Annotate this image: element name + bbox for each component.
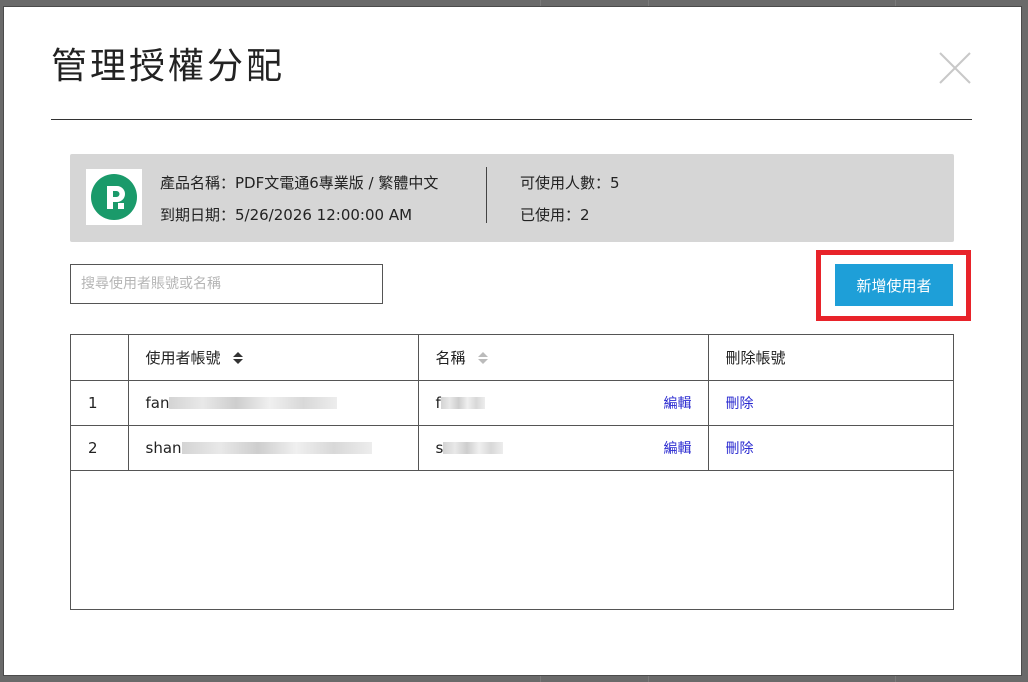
redacted-text xyxy=(169,397,338,409)
delete-cell: 刪除 xyxy=(707,424,954,471)
row-index: 2 xyxy=(71,424,129,471)
delete-header: 刪除帳號 xyxy=(707,335,954,381)
dialog-header: 管理授權分配 xyxy=(51,7,972,120)
sort-icon[interactable] xyxy=(233,352,244,365)
product-logo xyxy=(86,169,142,225)
add-user-button[interactable]: 新增使用者 xyxy=(835,264,953,306)
redacted-text xyxy=(440,397,485,409)
delete-cell: 刪除 xyxy=(707,379,954,426)
edit-link[interactable]: 編輯 xyxy=(664,393,692,413)
product-name: 產品名稱：PDF文電通6專業版 / 繁體中文 xyxy=(160,174,439,192)
delete-link[interactable]: 刪除 xyxy=(726,441,754,457)
name-cell: s 編輯 xyxy=(417,424,709,471)
users-table: 使用者帳號 名稱 刪除帳號 1 fan f 編輯 刪除 2 shan s 編輯 … xyxy=(70,334,954,610)
redacted-text xyxy=(443,442,504,454)
account-cell: shan xyxy=(127,424,419,471)
edit-link[interactable]: 編輯 xyxy=(664,438,692,458)
row-index: 1 xyxy=(71,379,129,426)
delete-link[interactable]: 刪除 xyxy=(726,396,754,412)
account-cell: fan xyxy=(127,379,419,426)
account-value: fan xyxy=(145,393,170,412)
sort-icon[interactable] xyxy=(478,352,489,365)
account-header-label: 使用者帳號 xyxy=(145,348,221,367)
account-header[interactable]: 使用者帳號 xyxy=(127,335,419,381)
name-header-label: 名稱 xyxy=(435,348,466,367)
product-info-panel: 產品名稱：PDF文電通6專業版 / 繁體中文 到期日期：5/26/2026 12… xyxy=(70,154,954,242)
info-divider xyxy=(486,167,487,223)
license-assignment-dialog: 管理授權分配 產品名稱：PDF文電通6專業版 / 繁體中文 到期日期：5/26/… xyxy=(4,7,1021,675)
name-header[interactable]: 名稱 xyxy=(417,335,709,381)
account-value: shan xyxy=(145,438,182,457)
used-seats: 已使用：2 xyxy=(520,206,590,224)
table-row: 1 fan f 編輯 刪除 xyxy=(71,379,954,426)
expiry-date: 到期日期：5/26/2026 12:00:00 AM xyxy=(160,206,413,224)
table-row: 2 shan s 編輯 刪除 xyxy=(71,424,954,471)
available-seats: 可使用人數：5 xyxy=(520,174,620,192)
name-cell: f 編輯 xyxy=(417,379,709,426)
index-header xyxy=(71,335,129,381)
search-input[interactable] xyxy=(70,264,383,304)
table-header-row: 使用者帳號 名稱 刪除帳號 xyxy=(71,335,954,381)
pdf-app-logo-icon xyxy=(91,174,137,220)
name-value: s xyxy=(435,438,444,457)
redacted-text xyxy=(181,442,372,454)
close-button[interactable] xyxy=(938,51,972,85)
dialog-title: 管理授權分配 xyxy=(51,46,286,87)
close-icon xyxy=(939,52,971,84)
